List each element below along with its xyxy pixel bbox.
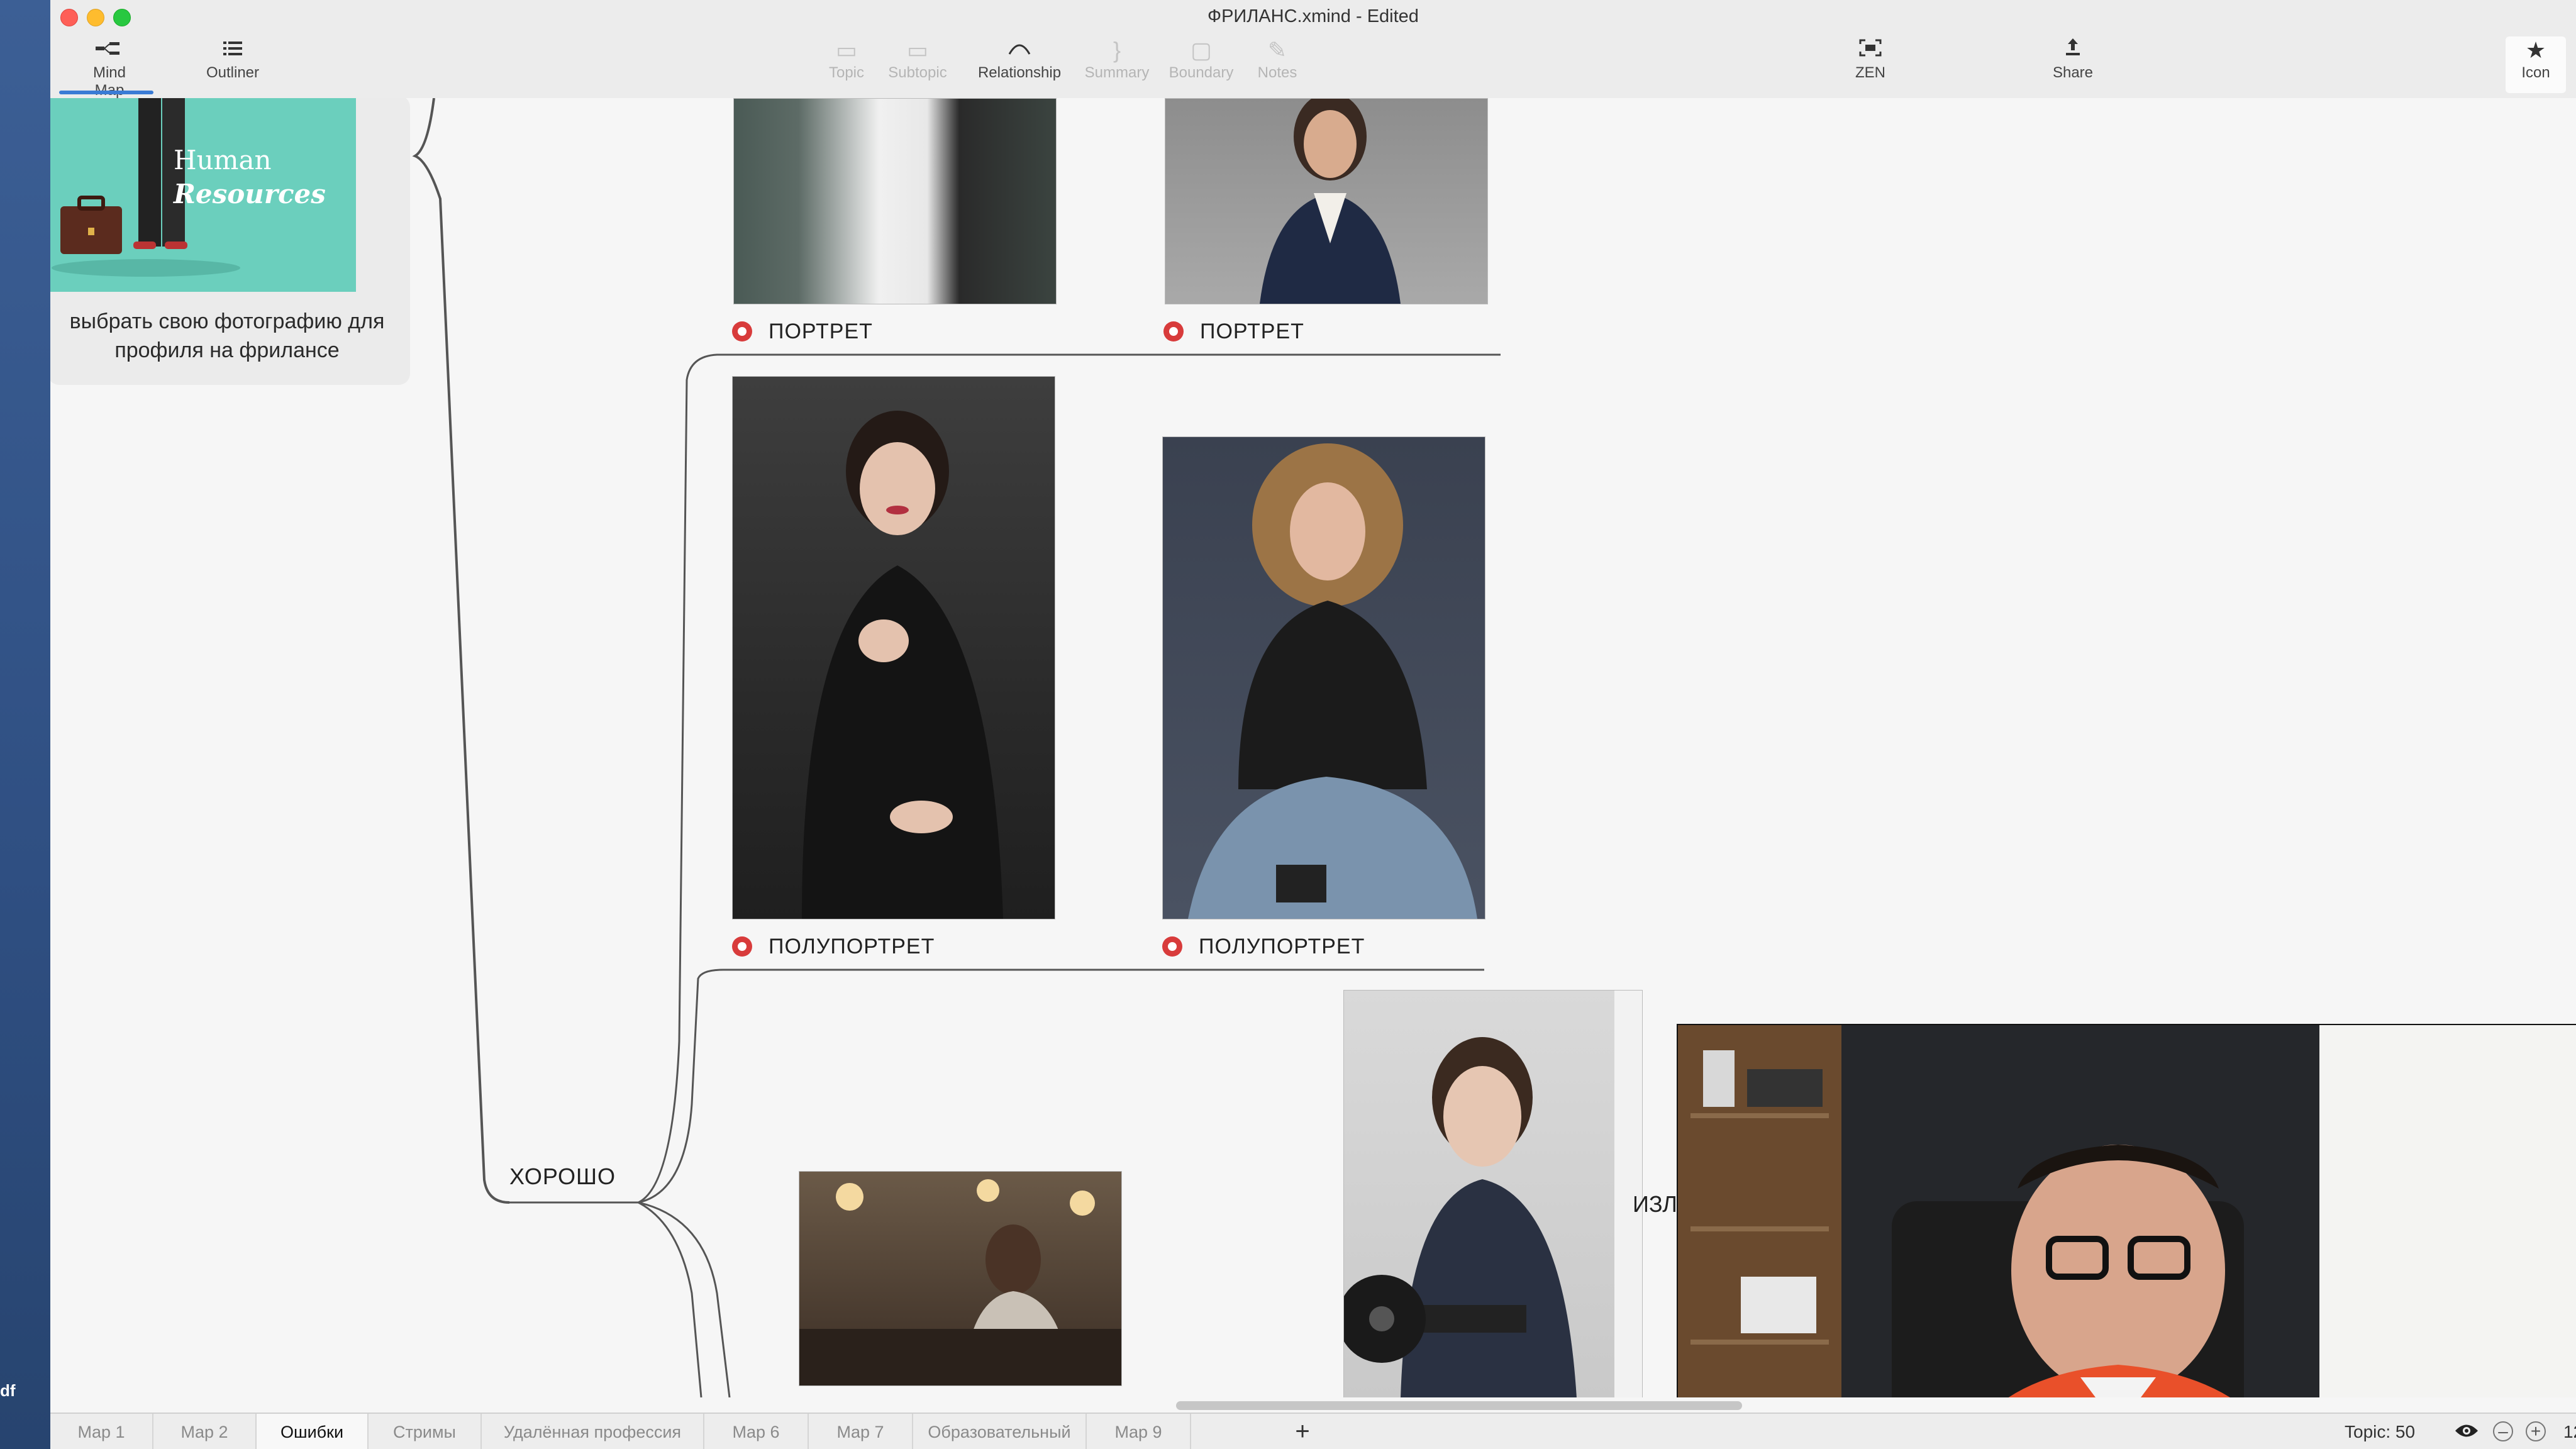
sheet-tab-7[interactable]: Map 7	[809, 1414, 913, 1449]
hr-text-line1: Human	[174, 145, 272, 175]
notes-label: Notes	[1257, 64, 1297, 81]
hr-topic-card[interactable]: Human Resources выбрать свою фотографию …	[50, 98, 410, 385]
mind-map-canvas[interactable]: Human Resources выбрать свою фотографию …	[50, 98, 2576, 1397]
summary-button[interactable]: } Summary	[1079, 36, 1155, 93]
boundary-icon: ▢	[1190, 37, 1212, 63]
topic-label-4[interactable]: ПОЛУПОРТРЕТ	[1162, 935, 1365, 959]
topic-label-2-text: ПОРТРЕТ	[1200, 319, 1304, 343]
topic-icon: ▭	[835, 37, 857, 63]
topic-label-4-text: ПОЛУПОРТРЕТ	[1199, 935, 1365, 958]
portrait-photo-2[interactable]	[1165, 98, 1488, 304]
subtopic-button[interactable]: ▭ Subtopic	[883, 36, 952, 93]
portrait-photo-1[interactable]	[733, 98, 1057, 304]
thumbs-down-icon	[1163, 321, 1184, 341]
topic-label-3-text: ПОЛУПОРТРЕТ	[769, 935, 935, 958]
sheet-tab-8[interactable]: Образовательный	[913, 1414, 1087, 1449]
topic-label-2[interactable]: ПОРТРЕТ	[1163, 319, 1304, 344]
subtopic-icon: ▭	[906, 37, 928, 63]
sheet-tab-3[interactable]: Ошибки	[257, 1414, 369, 1449]
icon-panel-button[interactable]: ★ Icon	[2506, 36, 2566, 93]
good-topic-node[interactable]: ХОРОШО	[509, 1163, 616, 1190]
boundary-button[interactable]: ▢ Boundary	[1163, 36, 1239, 93]
half-portrait-photo-2[interactable]	[1162, 436, 1485, 919]
topic-count: Topic: 50	[2345, 1422, 2416, 1441]
horizontal-scrollbar[interactable]	[1176, 1401, 1742, 1410]
topic-button[interactable]: ▭ Topic	[821, 36, 872, 93]
desktop-file-label[interactable]: df	[0, 1381, 16, 1401]
thumbs-down-icon	[1162, 936, 1182, 957]
icon-label: Icon	[2521, 64, 2550, 81]
sheet-tab-6[interactable]: Map 6	[704, 1414, 809, 1449]
hr-topic-caption: выбрать свою фотографию для профиля на ф…	[69, 309, 385, 362]
thumbs-down-icon	[732, 321, 752, 341]
relationship-button[interactable]: Relationship	[972, 36, 1067, 93]
fullscreen-icon	[1845, 36, 1896, 64]
title-toolbar: ФРИЛАНС.xmind - Edited Mind Map Outliner…	[50, 0, 2576, 99]
eye-icon[interactable]	[2454, 1414, 2479, 1449]
share-icon	[2048, 36, 2098, 64]
relationship-icon	[972, 36, 1067, 64]
active-view-indicator	[59, 91, 153, 94]
mind-map-icon	[78, 36, 141, 64]
sheet-tab-2[interactable]: Map 2	[153, 1414, 257, 1449]
window-title: ФРИЛАНС.xmind - Edited	[1208, 6, 1419, 26]
summary-label: Summary	[1084, 64, 1150, 81]
topic-label-3[interactable]: ПОЛУПОРТРЕТ	[732, 935, 935, 959]
zoom-in-button[interactable]: +	[2526, 1421, 2546, 1441]
hr-image-text: Human Resources	[174, 143, 326, 211]
outliner-label: Outliner	[206, 64, 260, 81]
share-button[interactable]: Share	[2048, 36, 2098, 93]
cafe-photo[interactable]	[799, 1171, 1122, 1386]
topic-label-1-text: ПОРТРЕТ	[769, 319, 873, 343]
star-icon: ★	[2525, 37, 2546, 63]
dumbbell-photo[interactable]	[1343, 990, 1643, 1397]
half-portrait-photo-1[interactable]	[732, 376, 1055, 919]
sheet-tab-9[interactable]: Map 9	[1087, 1414, 1191, 1449]
outliner-view-button[interactable]: Outliner	[201, 36, 264, 93]
zen-button[interactable]: ZEN	[1845, 36, 1896, 93]
topic-label-1[interactable]: ПОРТРЕТ	[732, 319, 873, 344]
notes-button[interactable]: ✎ Notes	[1249, 36, 1306, 93]
zoom-level: 12	[2563, 1422, 2576, 1441]
topic-label: Topic	[828, 64, 865, 81]
hr-text-line2: Resources	[174, 179, 326, 209]
share-label: Share	[2052, 64, 2094, 81]
human-resources-image: Human Resources	[50, 98, 356, 292]
list-icon	[201, 36, 264, 64]
thumbs-down-icon	[732, 936, 752, 957]
relationship-label: Relationship	[977, 64, 1062, 81]
sheet-tab-5[interactable]: Удалённая профессия	[482, 1414, 704, 1449]
sheet-tab-1[interactable]: Map 1	[50, 1414, 153, 1449]
subtopic-label: Subtopic	[888, 64, 947, 81]
zoom-out-button[interactable]: –	[2493, 1421, 2513, 1441]
sheet-tab-bar: Map 1 Map 2 Ошибки Стримы Удалённая проф…	[50, 1413, 2576, 1449]
app-window: ФРИЛАНС.xmind - Edited Mind Map Outliner…	[50, 0, 2576, 1449]
webcam-overlay	[1677, 1024, 2576, 1397]
partial-topic-node[interactable]: ИЗЛ	[1633, 1191, 1677, 1218]
desktop-background	[0, 0, 50, 1449]
boundary-label: Boundary	[1169, 64, 1234, 81]
pencil-icon: ✎	[1267, 37, 1287, 63]
sheet-tab-4[interactable]: Стримы	[369, 1414, 482, 1449]
add-sheet-button[interactable]: +	[1280, 1414, 1324, 1449]
mind-map-view-button[interactable]: Mind Map	[78, 36, 141, 99]
zen-label: ZEN	[1855, 64, 1885, 81]
brace-icon: }	[1113, 37, 1121, 63]
